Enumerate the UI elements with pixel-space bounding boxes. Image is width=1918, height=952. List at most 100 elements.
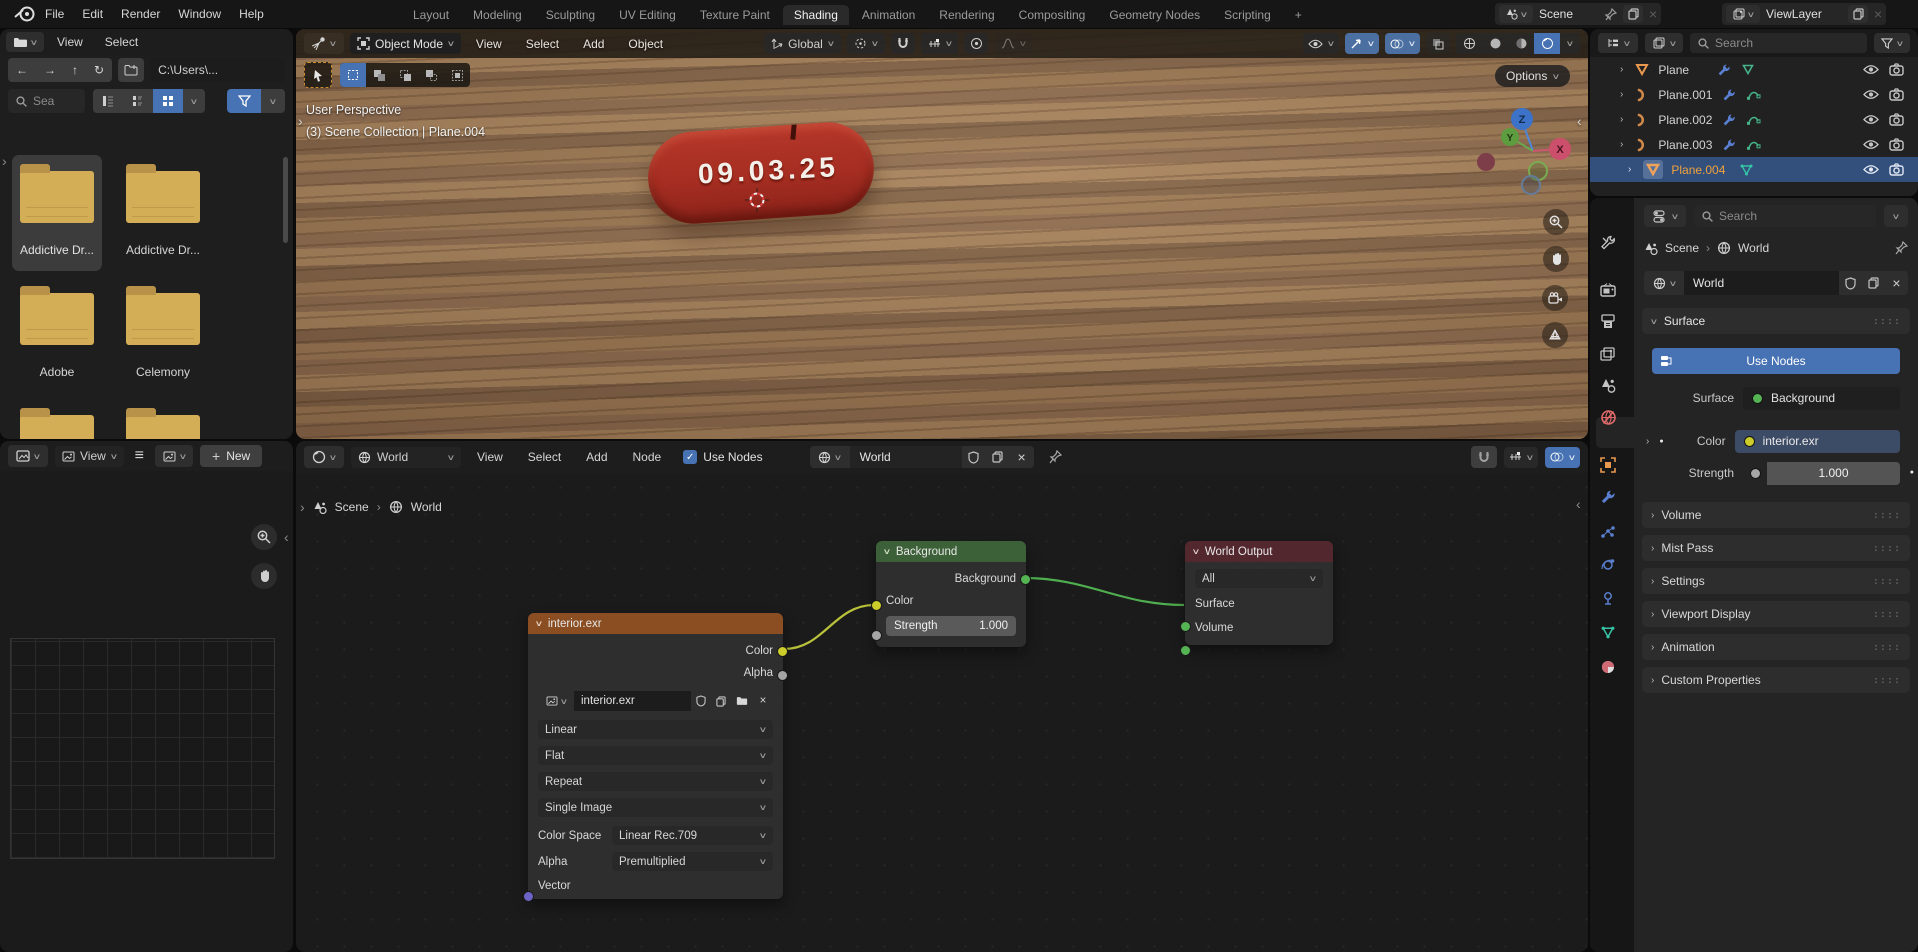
transform-orientation-dropdown[interactable]: Global ∨ [764,33,841,54]
tab-animation[interactable]: Animation [851,5,926,25]
tool-options-dropdown[interactable]: Options ∨ [1495,65,1570,87]
folder-icon[interactable] [126,415,200,439]
source-dropdown[interactable]: Single Image∨ [538,798,773,817]
properties-search-input[interactable]: Search [1694,205,1876,227]
snap-toggle-button[interactable] [891,33,915,54]
scene-copy-button[interactable] [1623,5,1643,23]
properties-display-dropdown[interactable]: ∨ [1644,205,1686,227]
back-button[interactable]: ← [8,63,36,77]
object-name[interactable]: Plane.003 [1658,138,1712,152]
outliner-row-plane[interactable]: › Plane [1590,57,1918,82]
tab-texture-paint[interactable]: Texture Paint [689,5,781,25]
refresh-button[interactable]: ↻ [86,63,112,77]
fake-user-button[interactable] [1839,271,1862,295]
tab-output[interactable] [1590,307,1626,336]
disable-render-camera-icon[interactable] [1889,63,1904,76]
socket-surface-in[interactable] [1180,621,1191,632]
outliner-row-plane003[interactable]: › Plane.003 [1590,132,1918,157]
image-editor-canvas[interactable] [10,638,275,859]
viewlayer-copy-button[interactable] [1848,5,1868,23]
color-space-dropdown[interactable]: Linear Rec.709∨ [612,826,773,845]
image-browse-button[interactable]: ∨ [538,691,574,711]
folder-label[interactable]: Addictive Dr... [114,243,212,257]
panel-grip[interactable]: :::: [1873,316,1901,327]
hide-viewport-eye-icon[interactable] [1863,164,1879,175]
world-name-field[interactable]: World [1684,271,1839,295]
display-mode-dropdown[interactable]: ∨ [1598,33,1638,53]
viewport-select-menu[interactable]: Select [517,37,568,51]
node-world-output[interactable]: ∨ World Output All∨ Surface Volume [1185,541,1333,645]
menu-edit[interactable]: Edit [73,7,112,21]
tab-scripting[interactable]: Scripting [1213,5,1282,25]
node-header[interactable]: ∨ interior.exr [528,613,783,634]
new-image-button[interactable]: + New [200,445,262,467]
display-detail-list-button[interactable] [123,89,153,113]
gizmos-dropdown[interactable]: ∨ [1345,33,1379,54]
image-pan-button[interactable] [251,563,277,589]
menu-file[interactable]: File [36,7,73,21]
display-vertical-list-button[interactable] [93,89,123,113]
extension-dropdown[interactable]: Repeat∨ [538,772,773,791]
panel-mist-pass[interactable]: › Mist Pass :::: [1642,535,1910,561]
node-header[interactable]: ∨ Background [876,541,1026,562]
pin-icon[interactable] [1895,241,1908,255]
mode-dropdown[interactable]: Object Mode ∨ [350,33,461,54]
select-mode-invert-button[interactable] [418,63,444,87]
filter-toggle-button[interactable] [227,89,261,113]
hide-viewport-eye-icon[interactable] [1863,114,1879,125]
folder-icon[interactable] [20,293,94,345]
file-search-input[interactable]: Sea [8,89,85,113]
tab-compositing[interactable]: Compositing [1008,5,1097,25]
tab-tool[interactable] [1590,228,1626,257]
folder-label[interactable]: Adobe [8,365,106,379]
outliner-row-plane004-selected[interactable]: › Plane.004 [1590,157,1918,182]
select-mode-intersect-button[interactable] [444,63,470,87]
color-expand-arrow[interactable]: › [1646,436,1649,447]
breadcrumb-world[interactable]: World [1738,241,1769,255]
shading-wireframe-button[interactable] [1456,33,1482,54]
viewport-camera-button[interactable] [1542,285,1568,311]
folder-icon[interactable] [20,415,94,439]
socket-volume-in[interactable] [1180,645,1191,656]
select-mode-extend-button[interactable] [366,63,392,87]
tab-layout[interactable]: Layout [402,5,460,25]
tab-physics[interactable] [1590,550,1626,579]
tab-view-layer[interactable] [1590,339,1626,368]
active-tool-button[interactable] [304,62,332,88]
tab-geometry-nodes[interactable]: Geometry Nodes [1098,5,1211,25]
shading-solid-button[interactable] [1482,33,1508,54]
color-value-field[interactable]: interior.exr [1735,430,1900,453]
outliner-row-plane002[interactable]: › Plane.002 [1590,107,1918,132]
world-browse-button[interactable]: ∨ [1644,271,1684,295]
forward-button[interactable]: → [36,63,64,77]
path-field[interactable]: C:\Users\... [150,58,285,82]
strength-slider[interactable]: 1.000 [1767,462,1900,485]
unlink-datablock-button[interactable]: × [1885,271,1908,295]
display-mode-dropdown[interactable]: ∨ [183,89,205,113]
disable-render-camera-icon[interactable] [1889,138,1904,151]
viewlayer-delete-button[interactable]: × [1874,6,1882,22]
proportional-editing-button[interactable] [964,33,988,54]
surface-value-dropdown[interactable]: Background [1743,387,1900,410]
tab-uv-editing[interactable]: UV Editing [608,5,687,25]
select-mode-new-button[interactable] [340,63,366,87]
breadcrumb-scene[interactable]: Scene [1665,241,1699,255]
panel-animation[interactable]: › Animation :::: [1642,634,1910,660]
shading-material-button[interactable] [1508,33,1534,54]
shading-options-dropdown[interactable]: ∨ [1560,33,1580,54]
region-toggle-arrow[interactable]: › [2,153,7,169]
node-image-texture[interactable]: ∨ interior.exr Color Alpha ∨ interior.ex… [528,613,783,899]
disable-render-camera-icon[interactable] [1889,163,1904,176]
output-target-dropdown[interactable]: All∨ [1195,569,1323,588]
panel-viewport-display[interactable]: › Viewport Display :::: [1642,601,1910,627]
scene-name[interactable]: Scene [1539,7,1599,21]
viewport-perspective-button[interactable] [1542,322,1568,348]
object-name[interactable]: Plane.001 [1658,88,1712,102]
file-browser-select-menu[interactable]: Select [96,35,147,49]
tab-object[interactable] [1590,450,1626,479]
image-mode-dropdown[interactable]: View ∨ [55,446,124,467]
viewlayer-browse-button[interactable]: ∨ [1726,5,1760,23]
socket-alpha-out[interactable] [777,670,788,681]
tab-modeling[interactable]: Modeling [462,5,533,25]
alpha-dropdown[interactable]: Premultiplied∨ [612,852,773,871]
